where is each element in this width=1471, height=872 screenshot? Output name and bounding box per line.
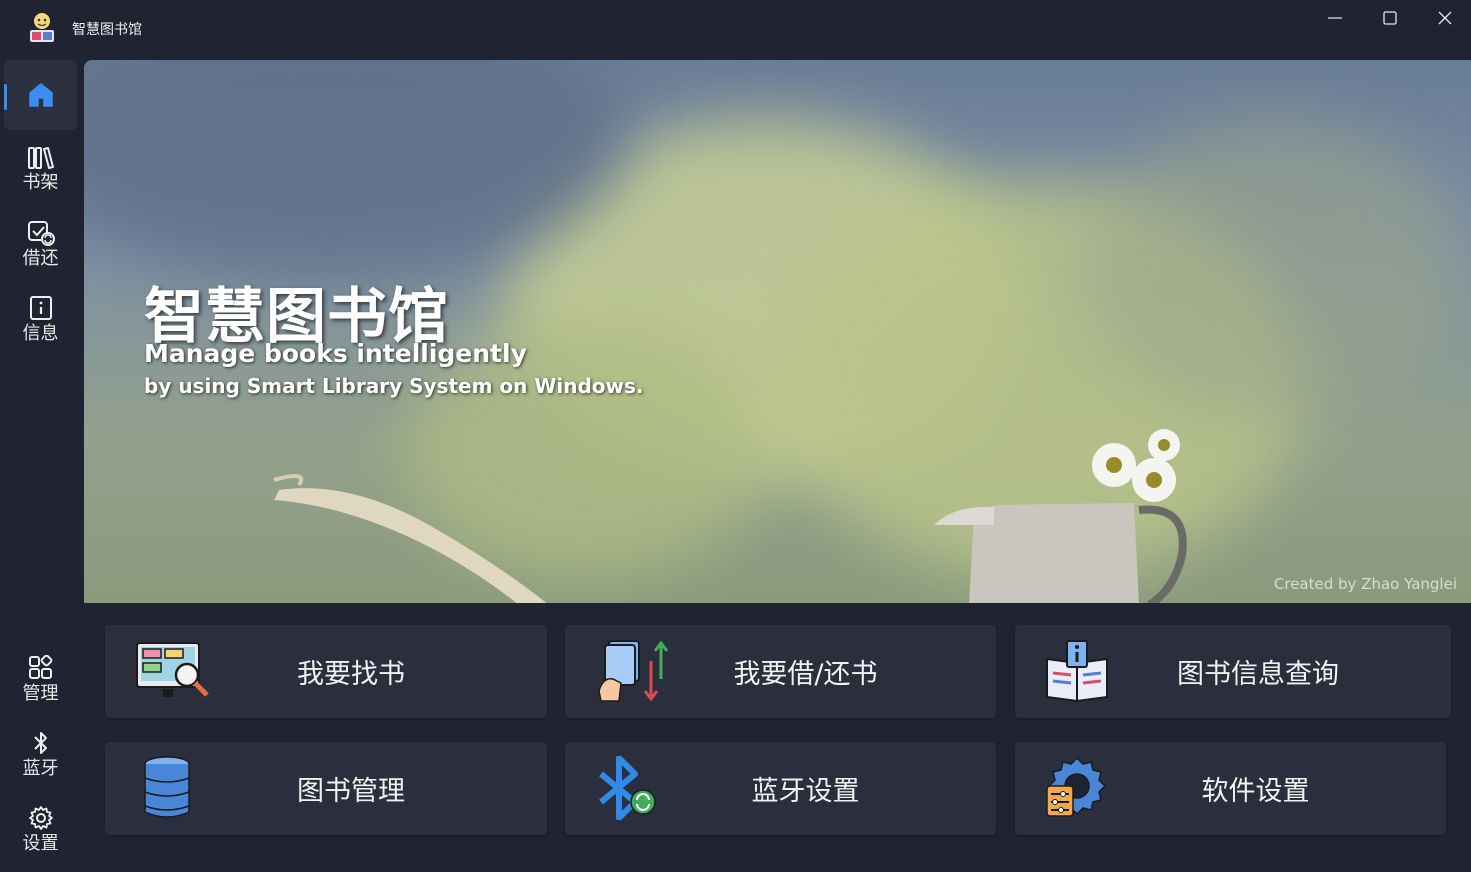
title-bar: 智慧图书馆 — [0, 0, 1471, 58]
bluetooth-settings-tile[interactable]: 蓝牙设置 — [565, 742, 996, 835]
flower-pitcher-decoration — [934, 429, 1187, 603]
sidebar-item-settings[interactable]: 设置 — [4, 795, 77, 865]
find-book-tile[interactable]: 我要找书 — [105, 625, 547, 718]
sidebar-item-label: 借还 — [22, 248, 59, 269]
sidebar-item-bluetooth[interactable]: 蓝牙 — [4, 720, 77, 790]
tile-label: 图书信息查询 — [1177, 659, 1339, 690]
sidebar-item-manage[interactable]: 管理 — [4, 645, 77, 715]
close-icon — [1438, 11, 1452, 25]
sidebar-item-bookshelf[interactable]: 书架 — [4, 135, 77, 205]
tile-label: 软件设置 — [1201, 776, 1310, 807]
app-logo-icon — [27, 12, 57, 44]
gear-icon — [28, 806, 53, 830]
sidebar-item-label: 管理 — [22, 683, 59, 704]
sidebar-item-borrow[interactable]: 借还 — [4, 210, 77, 280]
sidebar-item-label: 设置 — [22, 833, 59, 854]
sidebar-item-label: 书架 — [22, 172, 59, 193]
banner-subtitle: Manage books intelligently — [144, 339, 527, 368]
bluetooth-settings-icon — [595, 755, 665, 821]
sidebar-item-home[interactable] — [4, 60, 77, 130]
info-icon — [29, 296, 52, 320]
sidebar: 书架 借还 信息 管理 蓝牙 设置 — [0, 58, 84, 872]
maximize-button[interactable] — [1363, 4, 1417, 32]
search-book-icon — [135, 639, 209, 703]
maximize-icon — [1383, 11, 1397, 25]
minimize-button[interactable] — [1308, 4, 1362, 32]
sidebar-item-label: 信息 — [22, 323, 59, 344]
tile-label: 我要借/还书 — [733, 659, 878, 690]
book-info-icon — [1045, 639, 1115, 703]
borrow-return-icon — [27, 221, 55, 246]
database-icon — [135, 756, 205, 820]
active-indicator — [4, 84, 7, 110]
tile-label: 蓝牙设置 — [751, 776, 860, 807]
manage-icon — [28, 655, 52, 679]
software-settings-tile[interactable]: 软件设置 — [1015, 742, 1446, 835]
bluetooth-icon — [33, 732, 47, 754]
banner-subtitle-2: by using Smart Library System on Windows… — [144, 374, 644, 398]
book-page-decoration — [273, 474, 547, 603]
sidebar-item-info[interactable]: 信息 — [4, 285, 77, 355]
sidebar-item-label: 蓝牙 — [22, 758, 59, 779]
book-management-tile[interactable]: 图书管理 — [105, 742, 547, 835]
minimize-icon — [1328, 17, 1342, 19]
borrow-book-icon — [595, 639, 669, 703]
borrow-book-tile[interactable]: 我要借/还书 — [565, 625, 996, 718]
tile-label: 图书管理 — [297, 776, 405, 807]
window-title: 智慧图书馆 — [72, 22, 142, 38]
bookshelf-icon — [27, 147, 54, 169]
book-info-tile[interactable]: 图书信息查询 — [1015, 625, 1451, 718]
banner-credit: Created by Zhao Yanglei — [1273, 575, 1457, 593]
home-icon — [28, 83, 53, 107]
tile-label: 我要找书 — [297, 659, 405, 690]
hero-banner: 智慧图书馆 Manage books intelligently by usin… — [84, 60, 1471, 603]
software-settings-icon — [1045, 756, 1115, 820]
close-button[interactable] — [1418, 4, 1471, 32]
